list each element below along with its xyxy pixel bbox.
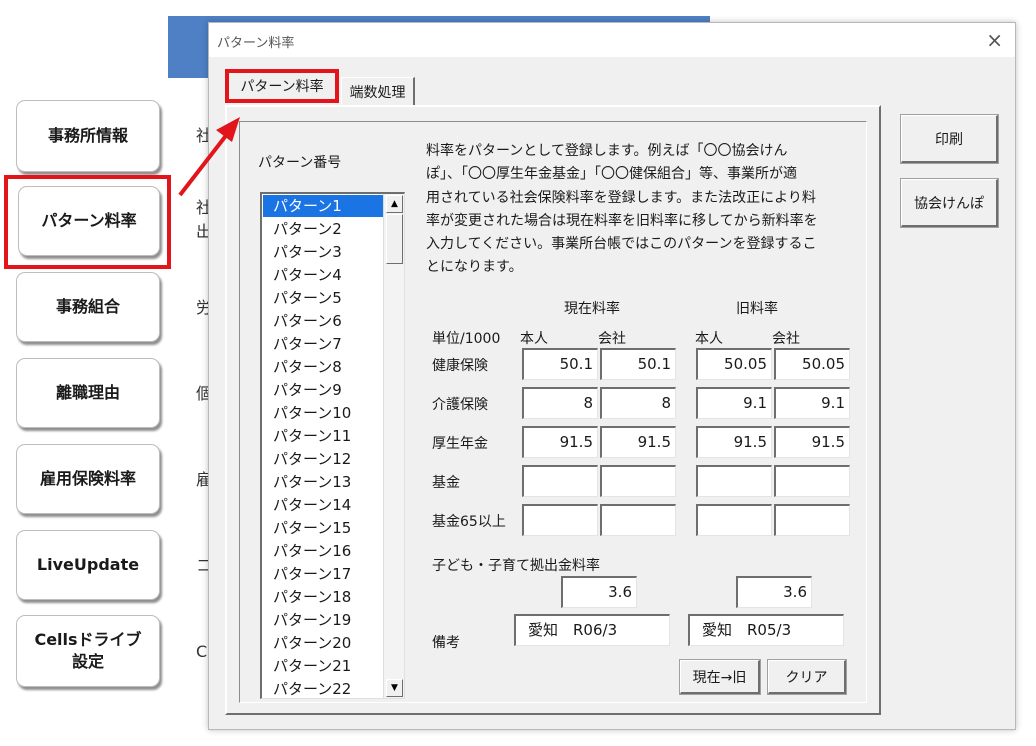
callout-arrow [178, 117, 240, 197]
